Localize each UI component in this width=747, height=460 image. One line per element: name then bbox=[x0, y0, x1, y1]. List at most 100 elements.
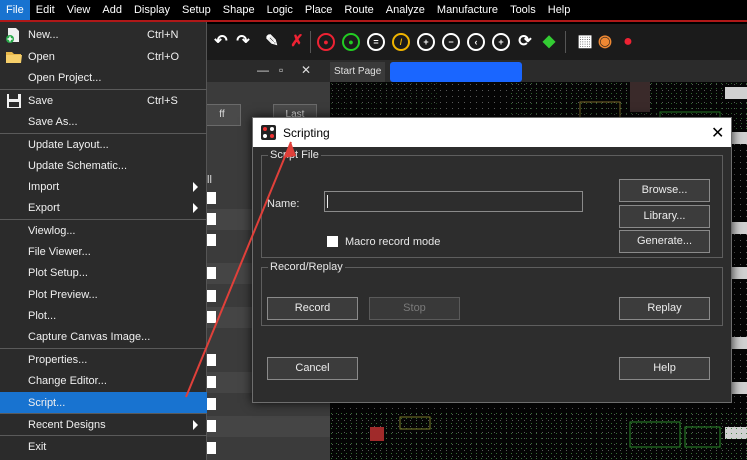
drc-error-icon[interactable]: ● bbox=[317, 33, 335, 51]
record-button[interactable]: Record bbox=[267, 297, 358, 320]
undo-icon[interactable]: ↶ bbox=[211, 32, 231, 52]
zoom-out-icon[interactable]: − bbox=[442, 33, 460, 51]
file-menu-item-update-layout[interactable]: Update Layout... bbox=[0, 134, 207, 155]
file-menu-dropdown: New... Ctrl+N Open Ctrl+O Open Project..… bbox=[0, 22, 207, 460]
menu-logic[interactable]: Logic bbox=[261, 0, 299, 20]
menu-add[interactable]: Add bbox=[96, 0, 128, 20]
record-replay-group-label: Record/Replay bbox=[268, 260, 345, 274]
menu-analyze[interactable]: Analyze bbox=[380, 0, 431, 20]
menu-manufacture[interactable]: Manufacture bbox=[431, 0, 504, 20]
file-menu-item-exit[interactable]: Exit bbox=[0, 436, 207, 457]
color-palette-icon[interactable]: ◉ bbox=[595, 32, 615, 52]
name-label: Name: bbox=[267, 198, 300, 210]
file-menu-item-viewlog[interactable]: Viewlog... bbox=[0, 220, 207, 241]
file-menu-item-plot-preview[interactable]: Plot Preview... bbox=[0, 284, 207, 305]
folder-icon bbox=[6, 51, 22, 63]
script-file-group-label: Script File bbox=[268, 148, 321, 162]
help-button[interactable]: Help bbox=[619, 357, 710, 380]
panel-row bbox=[207, 438, 330, 459]
menu-display[interactable]: Display bbox=[128, 0, 176, 20]
file-menu-item-script[interactable]: Script... bbox=[0, 392, 207, 413]
file-menu-item-properties[interactable]: Properties... bbox=[0, 349, 207, 370]
menu-tools[interactable]: Tools bbox=[504, 0, 542, 20]
submenu-arrow-icon bbox=[193, 181, 198, 192]
menu-route[interactable]: Route bbox=[338, 0, 379, 20]
macro-record-label: Macro record mode bbox=[345, 236, 441, 248]
stop-button[interactable]: Stop bbox=[369, 297, 460, 320]
menu-view[interactable]: View bbox=[61, 0, 97, 20]
drc-ok-icon[interactable]: ● bbox=[342, 33, 360, 51]
layer-checkbox[interactable] bbox=[207, 192, 216, 204]
file-menu-item-save-as[interactable]: Save As... bbox=[0, 111, 207, 132]
scripting-app-icon bbox=[261, 125, 276, 140]
file-menu-item-plot[interactable]: Plot... bbox=[0, 305, 207, 326]
tab-start-page[interactable]: Start Page bbox=[330, 62, 386, 82]
layer-checkbox[interactable] bbox=[207, 376, 216, 388]
restore-icon[interactable]: ▫ bbox=[279, 63, 283, 77]
script-name-input[interactable] bbox=[324, 191, 583, 212]
file-menu-item-update-schematic[interactable]: Update Schematic... bbox=[0, 155, 207, 176]
zoom-center-icon[interactable]: + bbox=[492, 33, 510, 51]
menu-edit[interactable]: Edit bbox=[30, 0, 61, 20]
panel-header: — ▫ ✕ bbox=[207, 60, 330, 82]
menu-bar: File Edit View Add Display Setup Shape L… bbox=[0, 0, 747, 22]
dialog-title-bar[interactable]: Scripting ✕ bbox=[253, 118, 731, 147]
menu-setup[interactable]: Setup bbox=[176, 0, 217, 20]
toolbar-separator bbox=[310, 31, 311, 53]
file-menu-item-export[interactable]: Export bbox=[0, 197, 207, 218]
zoom-in-icon[interactable]: + bbox=[417, 33, 435, 51]
layer-checkbox[interactable] bbox=[207, 311, 216, 323]
file-menu-item-change-editor[interactable]: Change Editor... bbox=[0, 370, 207, 391]
macro-record-checkbox[interactable] bbox=[327, 236, 338, 247]
layer-checkbox[interactable] bbox=[207, 267, 216, 279]
replay-button[interactable]: Replay bbox=[619, 297, 710, 320]
file-menu-item-open-project[interactable]: Open Project... bbox=[0, 67, 207, 88]
close-icon[interactable]: ✕ bbox=[711, 123, 724, 143]
new-file-icon bbox=[6, 27, 19, 43]
menu-file[interactable]: File bbox=[0, 0, 30, 20]
file-menu-item-file-viewer[interactable]: File Viewer... bbox=[0, 241, 207, 262]
file-menu-item-capture-canvas-image[interactable]: Capture Canvas Image... bbox=[0, 326, 207, 347]
scripting-dialog: Scripting ✕ Script File Name: Macro reco… bbox=[252, 117, 732, 403]
layer-checkbox[interactable] bbox=[207, 290, 216, 302]
layer-checkbox[interactable] bbox=[207, 442, 216, 454]
submenu-arrow-icon bbox=[193, 202, 198, 213]
panel-off-button[interactable]: ff bbox=[203, 104, 241, 126]
redo-icon[interactable]: ↷ bbox=[233, 32, 253, 52]
close-icon[interactable]: ✕ bbox=[301, 63, 311, 77]
3d-view-icon[interactable]: ◆ bbox=[539, 32, 559, 52]
menu-place[interactable]: Place bbox=[299, 0, 339, 20]
display-toggle-icon[interactable]: ● bbox=[618, 32, 638, 52]
toolbar-separator bbox=[565, 31, 566, 53]
tab-redacted[interactable] bbox=[390, 62, 522, 82]
file-menu-item-open[interactable]: Open Ctrl+O bbox=[0, 46, 207, 67]
panel-column-header: ll bbox=[207, 174, 212, 186]
refresh-icon[interactable]: ⟳ bbox=[515, 32, 535, 52]
pin-icon[interactable]: ✎ bbox=[262, 32, 282, 52]
browse-button[interactable]: Browse... bbox=[619, 179, 710, 202]
zoom-window-icon[interactable]: / bbox=[392, 33, 410, 51]
submenu-arrow-icon bbox=[193, 419, 198, 430]
file-menu-item-recent-designs[interactable]: Recent Designs bbox=[0, 414, 207, 435]
zoom-previous-icon[interactable]: ‹ bbox=[467, 33, 485, 51]
menu-shape[interactable]: Shape bbox=[217, 0, 261, 20]
menu-help[interactable]: Help bbox=[542, 0, 577, 20]
file-menu-item-plot-setup[interactable]: Plot Setup... bbox=[0, 262, 207, 283]
zoom-fit-icon[interactable]: = bbox=[367, 33, 385, 51]
layer-checkbox[interactable] bbox=[207, 234, 216, 246]
layer-checkbox[interactable] bbox=[207, 398, 216, 410]
library-button[interactable]: Library... bbox=[619, 205, 710, 228]
save-icon bbox=[7, 93, 21, 108]
file-menu-item-import[interactable]: Import bbox=[0, 176, 207, 197]
layer-checkbox[interactable] bbox=[207, 354, 216, 366]
cancel-button[interactable]: Cancel bbox=[267, 357, 358, 380]
text-cursor bbox=[327, 195, 328, 208]
minimize-icon[interactable]: — bbox=[257, 63, 269, 77]
file-menu-item-save[interactable]: Save Ctrl+S bbox=[0, 90, 207, 111]
grid-toggle-icon[interactable]: ▦ bbox=[575, 32, 595, 52]
layer-checkbox[interactable] bbox=[207, 213, 216, 225]
file-menu-item-new[interactable]: New... Ctrl+N bbox=[0, 24, 207, 45]
generate-button[interactable]: Generate... bbox=[619, 230, 710, 253]
unpin-icon[interactable]: ✗ bbox=[287, 32, 307, 52]
layer-checkbox[interactable] bbox=[207, 420, 216, 432]
